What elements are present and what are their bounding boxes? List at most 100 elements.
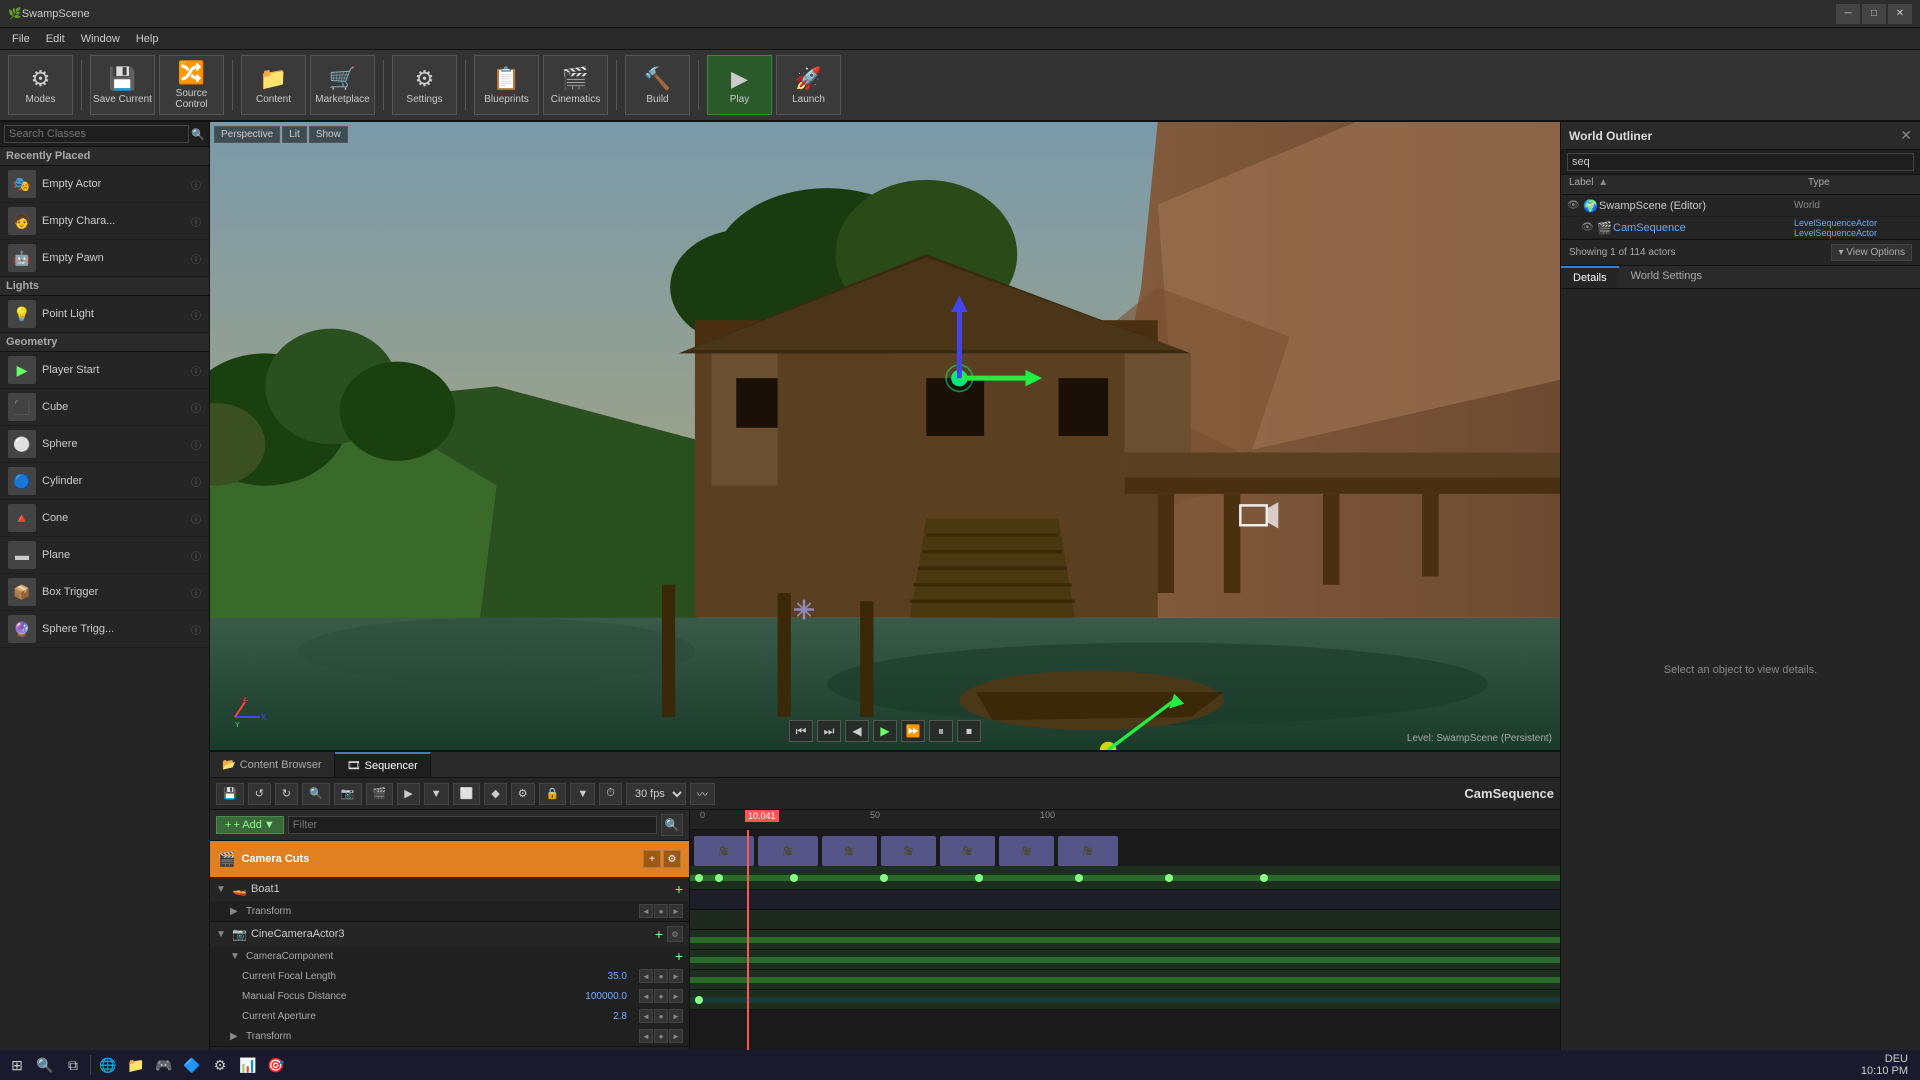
outliner-item-swamp-scene[interactable]: 👁 🌍 SwampScene (Editor) World <box>1561 195 1920 217</box>
taskbar-app2-icon[interactable]: 🔷 <box>179 1052 205 1078</box>
sidebar-item-cone[interactable]: 🔺 Cone ⓘ <box>0 500 209 537</box>
seq-clock-button[interactable]: ⏱ <box>599 783 622 805</box>
track-camera-cuts[interactable]: 🎬 Camera Cuts + ⚙ <box>210 841 689 877</box>
play-button[interactable]: ▶ Play <box>707 55 772 115</box>
sidebar-category-recently-placed[interactable]: Recently Placed <box>0 147 209 166</box>
source-control-button[interactable]: 🔀 Source Control <box>159 55 224 115</box>
cinematics-button[interactable]: 🎬 Cinematics <box>543 55 608 115</box>
aperture-next-kf[interactable]: ► <box>669 1009 683 1023</box>
build-button[interactable]: 🔨 Build <box>625 55 690 115</box>
camera-component-add-btn[interactable]: + <box>675 948 683 964</box>
sidebar-item-sphere-trigg[interactable]: 🔮 Sphere Trigg... ⓘ <box>0 611 209 648</box>
seq-redo-button[interactable]: ↻ <box>275 783 298 805</box>
aperture-prev-kf[interactable]: ◄ <box>639 1009 653 1023</box>
track-sub-camera-component[interactable]: ▼ CameraComponent + <box>210 946 689 966</box>
taskbar-ue-icon[interactable]: 🎯 <box>263 1052 289 1078</box>
taskbar-edge-icon[interactable]: 🌐 <box>95 1052 121 1078</box>
save-current-button[interactable]: 💾 Save Current <box>90 55 155 115</box>
tab-content-browser[interactable]: 📂 Content Browser <box>210 752 335 777</box>
next-frame-button[interactable]: ⏩ <box>901 720 925 742</box>
focus-distance-add-kf[interactable]: ● <box>654 989 668 1003</box>
sidebar-item-empty-pawn[interactable]: 🤖 Empty Pawn ⓘ <box>0 240 209 277</box>
camera-cuts-add-btn[interactable]: + <box>643 850 661 868</box>
focus-distance-prev-kf[interactable]: ◄ <box>639 989 653 1003</box>
outliner-close-button[interactable]: ✕ <box>1900 127 1912 144</box>
seq-lock-button[interactable]: 🔒 <box>539 783 567 805</box>
cine-transform-prev-kf[interactable]: ◄ <box>639 1029 653 1043</box>
sidebar-item-sphere[interactable]: ⚪ Sphere ⓘ <box>0 426 209 463</box>
seq-snap-options[interactable]: ⚙ <box>511 783 535 805</box>
focus-distance-next-kf[interactable]: ► <box>669 989 683 1003</box>
jump-start-button[interactable]: ⏮ <box>789 720 813 742</box>
col-label[interactable]: Label ▲ <box>1561 175 1800 194</box>
boat1-prev-kf-btn[interactable]: ◄ <box>639 904 653 918</box>
sidebar-item-empty-char[interactable]: 🧑 Empty Chara... ⓘ <box>0 203 209 240</box>
minimize-button[interactable]: ─ <box>1836 4 1860 24</box>
tab-sequencer[interactable]: 🎞 Sequencer <box>335 752 431 777</box>
track-sub-cine-transform[interactable]: ▶ Transform ◄ ● ► <box>210 1026 689 1046</box>
taskbar-task-view-icon[interactable]: ⧉ <box>60 1052 86 1078</box>
seq-record-button[interactable]: ⬜ <box>453 783 481 805</box>
track-header-boat1[interactable]: ▼ 🚤 Boat1 + <box>210 877 689 901</box>
details-tab-world-settings[interactable]: World Settings <box>1619 266 1714 288</box>
sidebar-item-player-start[interactable]: ▶ Player Start ⓘ <box>0 352 209 389</box>
play-button-vp[interactable]: ▶ <box>873 720 897 742</box>
launch-button[interactable]: 🚀 Launch <box>776 55 841 115</box>
filter-search-button[interactable]: 🔍 <box>661 814 683 836</box>
search-classes-input[interactable] <box>4 125 189 143</box>
show-btn[interactable]: Show <box>309 126 348 143</box>
sidebar-category-geometry[interactable]: Geometry <box>0 333 209 352</box>
track-sub-focus-distance[interactable]: Manual Focus Distance 100000.0 ◄ ● ► <box>210 986 689 1006</box>
taskbar-app4-icon[interactable]: 📊 <box>235 1052 261 1078</box>
sidebar-item-box-trigger[interactable]: 📦 Box Trigger ⓘ <box>0 574 209 611</box>
boat1-add-kf-btn[interactable]: ● <box>654 904 668 918</box>
seq-lock-options[interactable]: ▼ <box>570 783 595 805</box>
pause-button[interactable]: ⏸ <box>929 720 953 742</box>
seq-scene-button[interactable]: 🎬 <box>366 783 394 805</box>
taskbar-explorer-icon[interactable]: 📁 <box>123 1052 149 1078</box>
aperture-add-kf[interactable]: ● <box>654 1009 668 1023</box>
taskbar-app3-icon[interactable]: ⚙ <box>207 1052 233 1078</box>
details-tab-details[interactable]: Details <box>1561 266 1619 288</box>
sidebar-item-point-light[interactable]: 💡 Point Light ⓘ <box>0 296 209 333</box>
boat1-next-kf-btn[interactable]: ► <box>669 904 683 918</box>
play-reverse-button[interactable]: ◀ <box>845 720 869 742</box>
track-sub-boat1-transform[interactable]: ▶ Transform ◄ ● ► <box>210 901 689 921</box>
camera-cuts-settings-btn[interactable]: ⚙ <box>663 850 681 868</box>
menu-edit[interactable]: Edit <box>38 31 73 47</box>
close-button[interactable]: ✕ <box>1888 4 1912 24</box>
menu-file[interactable]: File <box>4 31 38 47</box>
prev-frame-button[interactable]: ⏭ <box>817 720 841 742</box>
playhead-time[interactable]: 10.041 <box>745 810 779 822</box>
sidebar-category-lights[interactable]: Lights <box>0 277 209 296</box>
sidebar-item-cylinder[interactable]: 🔵 Cylinder ⓘ <box>0 463 209 500</box>
marketplace-button[interactable]: 🛒 Marketplace <box>310 55 375 115</box>
seq-curve-button[interactable]: 〰 <box>690 783 715 805</box>
track-sub-focal-length[interactable]: Current Focal Length 35.0 ◄ ● ► <box>210 966 689 986</box>
seq-snap-button[interactable]: ◆ <box>484 783 506 805</box>
cine-transform-next-kf[interactable]: ► <box>669 1029 683 1043</box>
seq-play-button[interactable]: ▶ <box>397 783 419 805</box>
settings-button[interactable]: ⚙ Settings <box>392 55 457 115</box>
blueprints-button[interactable]: 📋 Blueprints <box>474 55 539 115</box>
focal-length-prev-kf[interactable]: ◄ <box>639 969 653 983</box>
sidebar-item-plane[interactable]: ▬ Plane ⓘ <box>0 537 209 574</box>
cine-camera-settings-btn[interactable]: ⚙ <box>667 926 683 942</box>
seq-search-button[interactable]: 🔍 <box>302 783 330 805</box>
outliner-item-cam-sequence[interactable]: 👁 🎬 CamSequence LevelSequenceActor Level… <box>1561 217 1920 239</box>
taskbar-start-icon[interactable]: ⊞ <box>4 1052 30 1078</box>
menu-window[interactable]: Window <box>73 31 128 47</box>
menu-help[interactable]: Help <box>128 31 167 47</box>
add-track-button[interactable]: + + Add ▼ <box>216 816 284 834</box>
modes-button[interactable]: ⚙ Modes <box>8 55 73 115</box>
outliner-search-input[interactable] <box>1567 153 1914 171</box>
focal-length-add-kf[interactable]: ● <box>654 969 668 983</box>
taskbar-app1-icon[interactable]: 🎮 <box>151 1052 177 1078</box>
focal-length-next-kf[interactable]: ► <box>669 969 683 983</box>
track-header-cine-camera[interactable]: ▼ 📷 CineCameraActor3 + ⚙ <box>210 922 689 946</box>
track-sub-aperture[interactable]: Current Aperture 2.8 ◄ ● ► <box>210 1006 689 1026</box>
maximize-button[interactable]: □ <box>1862 4 1886 24</box>
col-type[interactable]: Type <box>1800 175 1920 194</box>
sequencer-filter-input[interactable] <box>288 816 657 834</box>
cam-seq-vis-btn[interactable]: 👁 <box>1581 222 1597 233</box>
